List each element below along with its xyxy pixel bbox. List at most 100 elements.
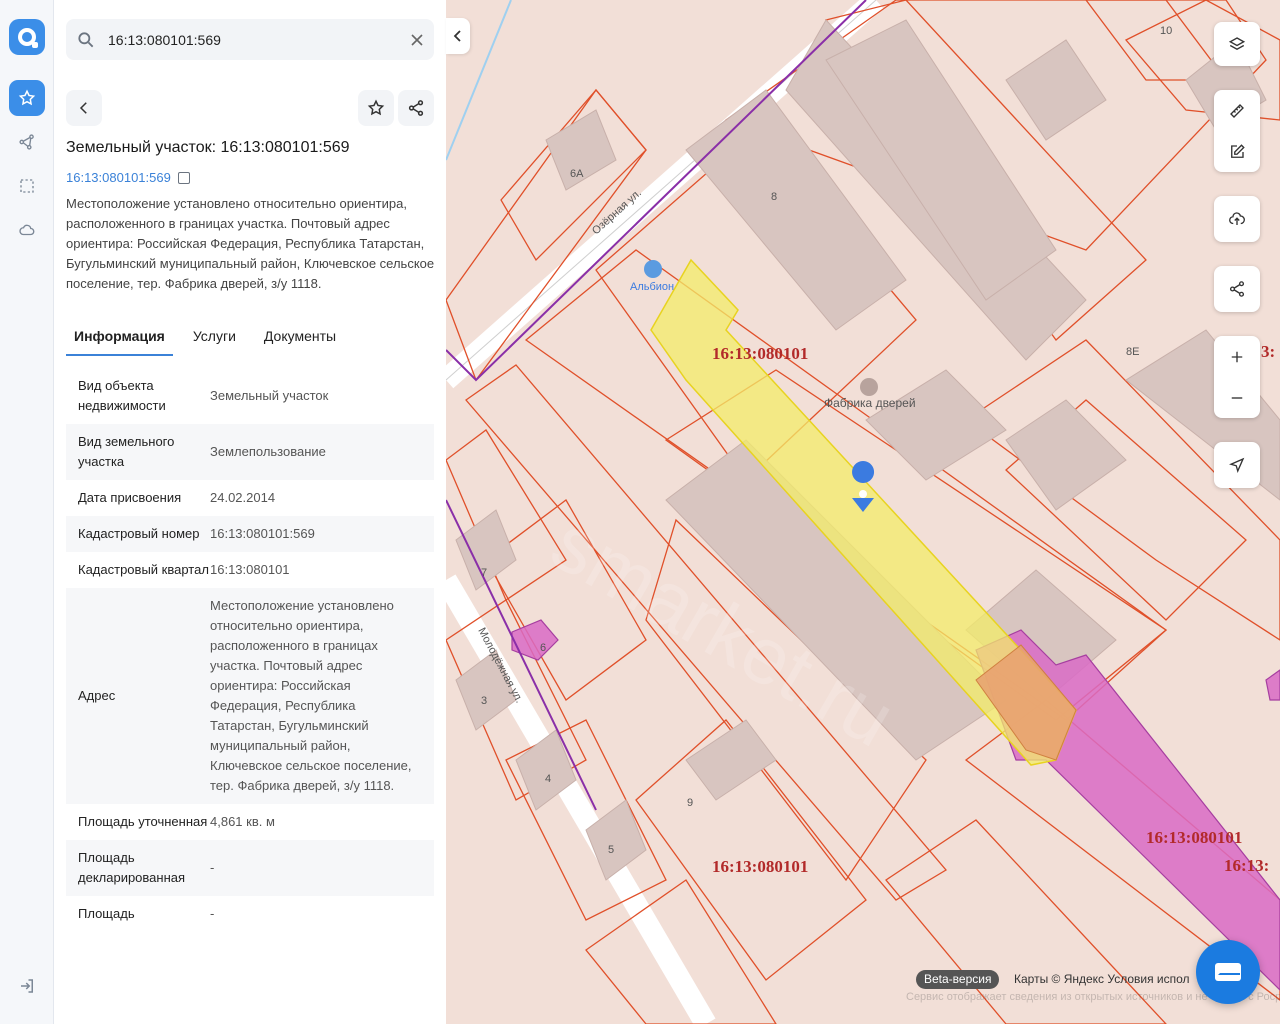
map-share-button[interactable] — [1214, 266, 1260, 312]
info-key: Дата присвоения — [78, 490, 182, 505]
search-icon — [78, 31, 94, 47]
info-row-area-declared: Площадь декларированная - — [66, 840, 434, 896]
info-table: Вид объекта недвижимости Земельный участо… — [66, 368, 434, 932]
cadastral-number-link[interactable]: 16:13:080101:569 — [66, 170, 190, 185]
quarter-label-4: 16:13: — [1224, 856, 1269, 875]
select-area-nav-button[interactable] — [9, 168, 45, 204]
info-value: 24.02.2014 — [210, 490, 276, 505]
search-input[interactable]: 16:13:080101:569 — [108, 32, 410, 48]
nodes-icon — [19, 134, 34, 150]
map-canvas[interactable]: 16:13:080101 16:13:080101 16:13:080101 1… — [446, 0, 1280, 1024]
mail-icon — [1215, 963, 1241, 981]
cloud-icon — [19, 224, 35, 236]
share-icon — [408, 100, 424, 116]
svg-text:6: 6 — [540, 642, 546, 654]
info-row-object-type: Вид объекта недвижимости Земельный участо… — [66, 368, 434, 424]
edit-icon[interactable] — [1228, 143, 1246, 161]
tab-information[interactable]: Информация — [66, 322, 173, 356]
route-nav-button[interactable] — [9, 124, 45, 160]
svg-text:5: 5 — [608, 844, 614, 856]
info-key: Площадь уточненная — [78, 814, 208, 829]
poi-label-factory[interactable]: Фабрика дверей — [824, 396, 916, 410]
info-value: Земельный участок — [210, 388, 329, 403]
info-row-date: Дата присвоения 24.02.2014 — [66, 480, 434, 516]
chevron-left-icon — [79, 102, 87, 114]
ruler-icon[interactable] — [1228, 102, 1246, 120]
info-row-parcel-type: Вид земельного участка Землепользование — [66, 424, 434, 480]
left-rail — [0, 0, 54, 1024]
contact-mail-button[interactable] — [1196, 940, 1260, 1004]
poi-label-albion[interactable]: Альбион — [630, 281, 674, 293]
map-copyright[interactable]: Карты © Яндекс Условия испол — [1014, 972, 1190, 986]
back-button[interactable] — [66, 90, 102, 126]
info-value: 16:13:080101:569 — [210, 526, 315, 541]
copy-icon[interactable] — [177, 171, 190, 184]
svg-text:4: 4 — [545, 773, 551, 785]
login-icon — [21, 979, 33, 993]
svg-text:6А: 6А — [570, 168, 584, 180]
page-title: Земельный участок: 16:13:080101:569 — [66, 139, 350, 156]
svg-text:7: 7 — [481, 567, 487, 579]
quarter-label-2: 16:13:080101 — [712, 857, 808, 876]
info-row-area: Площадь - — [66, 896, 434, 932]
tab-documents[interactable]: Документы — [256, 322, 344, 356]
svg-text:3: 3 — [481, 695, 487, 707]
tab-services[interactable]: Услуги — [185, 322, 244, 356]
beta-badge: Beta-версия — [916, 970, 1000, 989]
map-view[interactable]: 16:13:080101 16:13:080101 16:13:080101 1… — [446, 0, 1280, 1024]
upload-button[interactable] — [1214, 196, 1260, 242]
svg-text:9: 9 — [687, 797, 693, 809]
locate-me-button[interactable] — [1214, 442, 1260, 488]
info-key: Кадастровый квартал — [78, 562, 209, 577]
info-panel: 16:13:080101:569 Земельный участок: 16:1… — [54, 0, 446, 1024]
svg-text:10: 10 — [1160, 25, 1172, 37]
favorite-button[interactable] — [358, 90, 394, 126]
factory-icon[interactable] — [860, 378, 878, 396]
favorites-nav-button[interactable] — [9, 80, 45, 116]
navigation-arrow-icon — [1229, 457, 1245, 473]
info-value: Землепользование — [210, 444, 326, 459]
info-value: 4,861 кв. м — [210, 814, 275, 829]
share-icon — [1229, 281, 1245, 297]
app-logo[interactable] — [9, 19, 45, 55]
info-row-address: Адрес Местоположение установлено относите… — [66, 588, 434, 804]
svg-text:8: 8 — [771, 191, 777, 203]
zoom-out-icon[interactable] — [1228, 389, 1246, 407]
tabs: Информация Услуги Документы — [66, 322, 436, 356]
info-key: Адрес — [78, 688, 116, 703]
layers-icon — [1228, 37, 1246, 51]
collapse-panel-button[interactable] — [446, 18, 470, 54]
info-key: Вид земельного участка — [78, 434, 175, 469]
chevron-left-icon — [453, 30, 461, 42]
info-value: - — [210, 860, 215, 875]
info-key: Вид объекта недвижимости — [78, 378, 166, 413]
info-row-cad-number: Кадастровый номер 16:13:080101:569 — [66, 516, 434, 552]
info-key: Площадь декларированная — [78, 850, 186, 885]
draw-tools — [1214, 90, 1260, 172]
layers-button[interactable] — [1214, 22, 1260, 66]
location-description: Местоположение установлено относительно … — [66, 196, 435, 291]
info-value: - — [210, 906, 215, 921]
quarter-label-3: 16:13:080101 — [1146, 828, 1242, 847]
info-row-cad-quarter: Кадастровый квартал 16:13:080101 — [66, 552, 434, 588]
dashed-square-icon — [20, 179, 34, 193]
login-button[interactable] — [9, 968, 45, 1004]
cadastral-number-text[interactable]: 16:13:080101:569 — [66, 170, 171, 185]
poi-albion-icon[interactable] — [644, 260, 662, 278]
info-value: Местоположение установлено относительно … — [210, 598, 412, 793]
star-icon — [18, 89, 36, 106]
star-outline-icon — [367, 99, 385, 116]
cloud-nav-button[interactable] — [9, 212, 45, 248]
clear-search-icon[interactable] — [410, 33, 424, 47]
zoom-in-icon[interactable] — [1228, 348, 1246, 366]
cloud-upload-icon — [1229, 212, 1245, 225]
share-button[interactable] — [398, 90, 434, 126]
svg-text:8Е: 8Е — [1126, 346, 1139, 358]
zoom-controls — [1214, 336, 1260, 418]
search-box[interactable]: 16:13:080101:569 — [66, 19, 434, 60]
info-key: Площадь — [78, 906, 135, 921]
info-key: Кадастровый номер — [78, 526, 200, 541]
quarter-label-1: 16:13:080101 — [712, 344, 808, 363]
info-value: 16:13:080101 — [210, 562, 290, 577]
info-row-area-refined: Площадь уточненная 4,861 кв. м — [66, 804, 434, 840]
